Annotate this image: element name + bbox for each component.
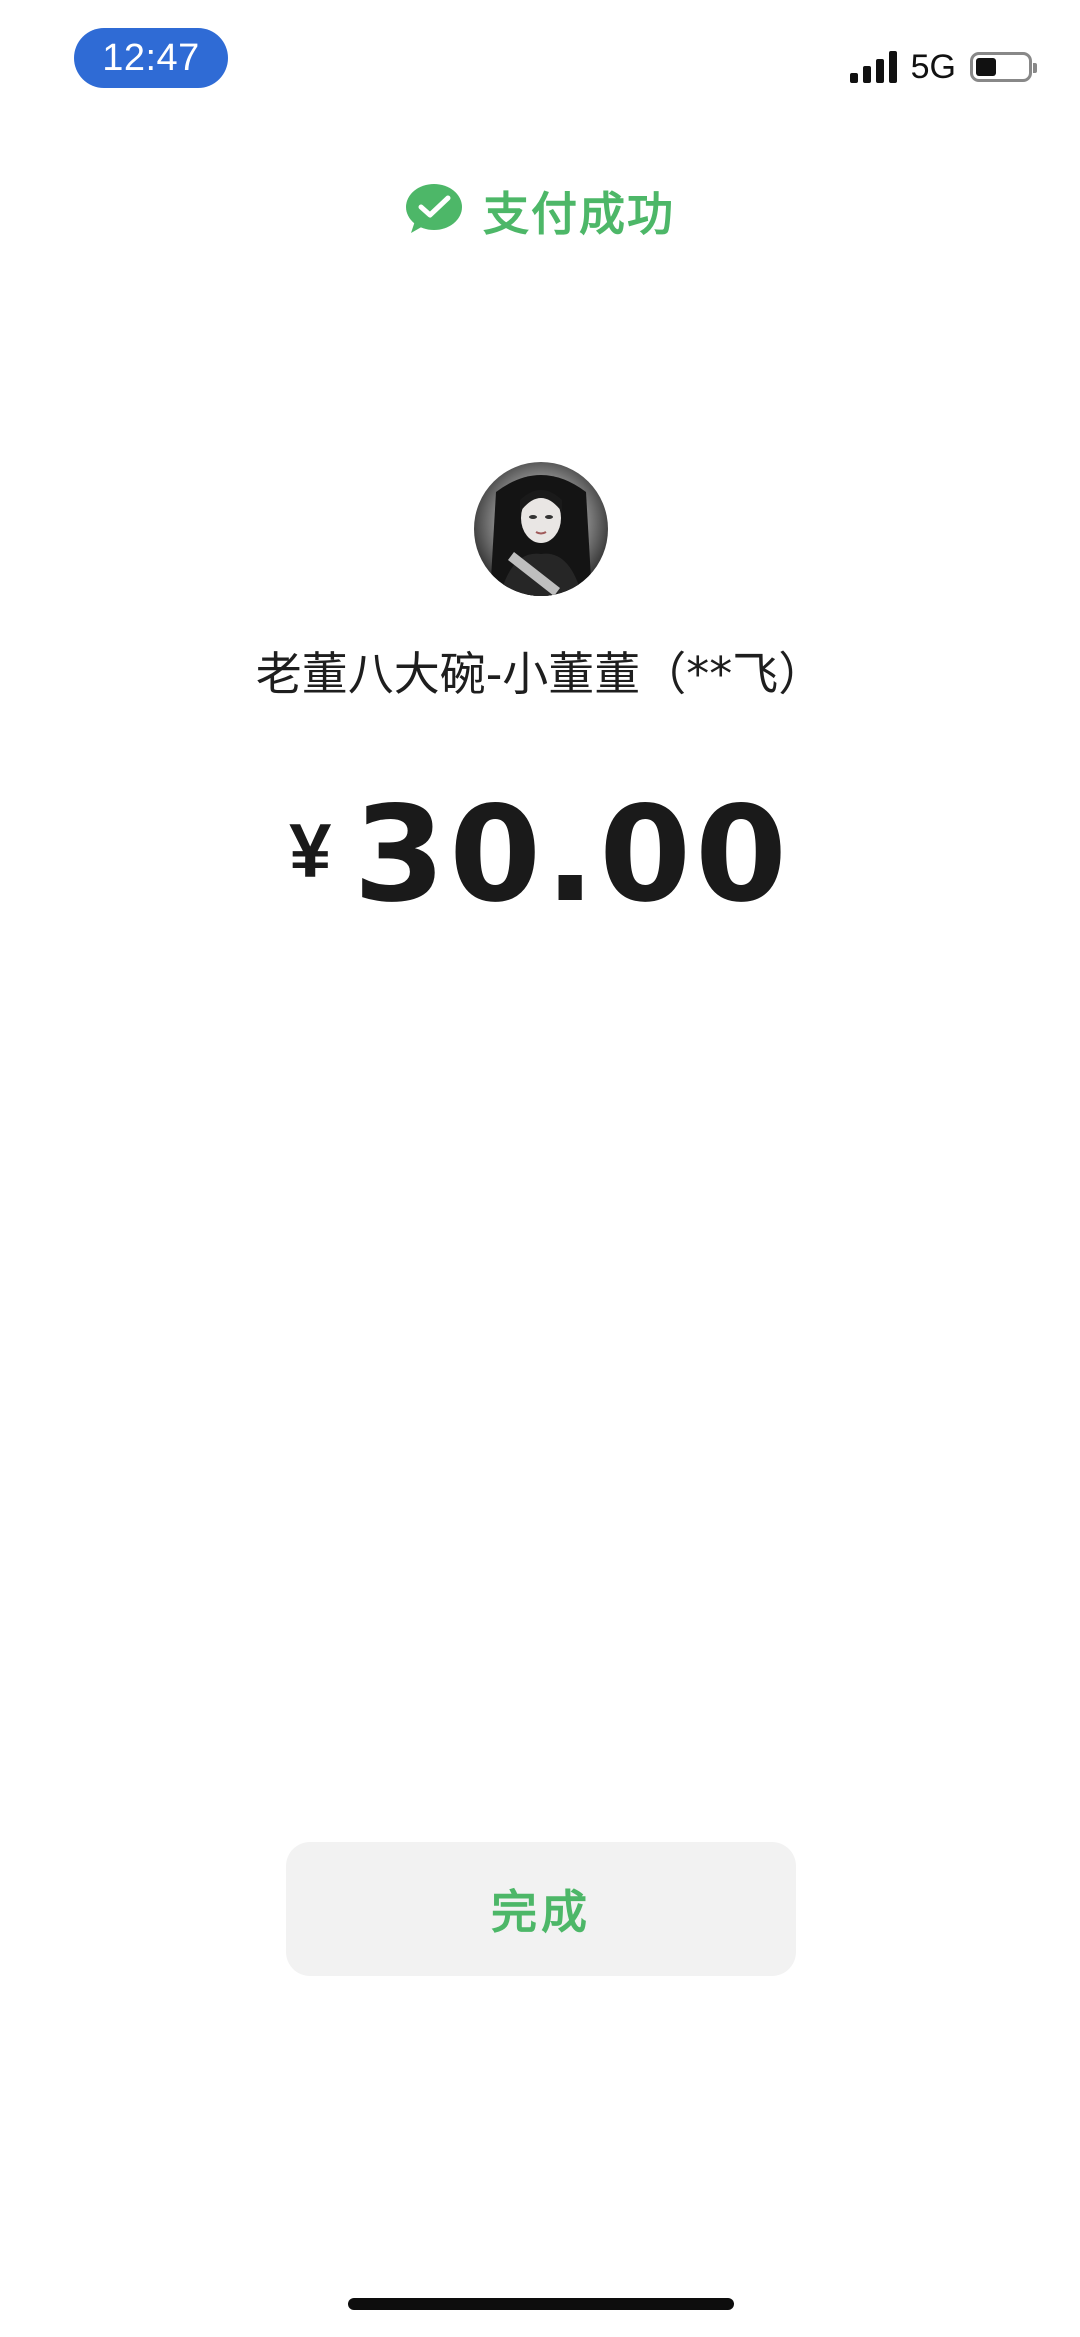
payee-name: 老董八大碗-小董董（**飞） [255, 647, 825, 701]
battery-level [976, 58, 996, 76]
wechat-pay-icon [405, 183, 463, 239]
status-indicators: 5G [849, 42, 1037, 92]
battery-icon [970, 52, 1037, 82]
status-time: 12:47 [74, 28, 228, 88]
currency-symbol: ¥ [289, 809, 332, 894]
payment-amount: ¥ 30.00 [0, 780, 1080, 930]
amount-value: 30.00 [353, 778, 791, 932]
signal-icon [849, 51, 897, 83]
network-type: 5G [910, 47, 956, 86]
page-title: 支付成功 [483, 187, 675, 241]
done-button[interactable]: 完成 [286, 1842, 796, 1976]
avatar [474, 462, 608, 596]
payment-success-header: 支付成功 [0, 178, 1080, 244]
home-indicator[interactable] [348, 2298, 734, 2310]
